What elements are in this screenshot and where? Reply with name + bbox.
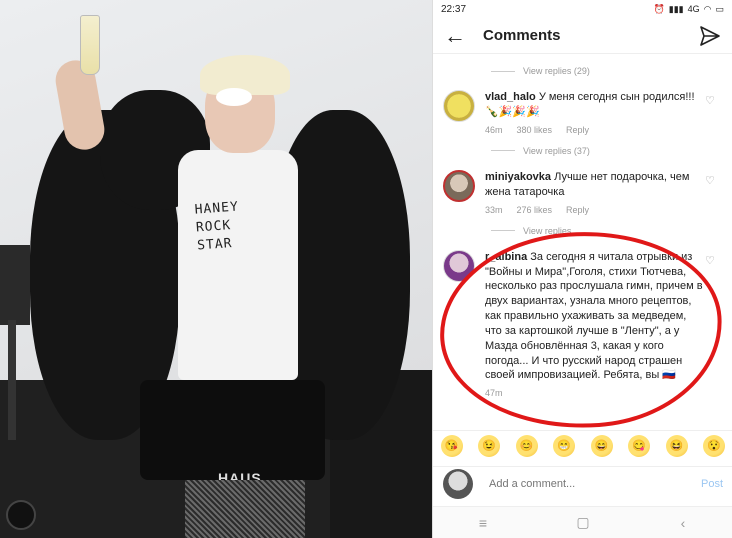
view-replies-link[interactable]: View replies (29) bbox=[433, 60, 732, 82]
photo-lamp bbox=[0, 245, 30, 325]
paper-plane-icon[interactable] bbox=[698, 24, 722, 48]
heart-icon[interactable]: ♡ bbox=[705, 94, 719, 108]
champagne-glass bbox=[80, 15, 100, 75]
profile-badge-icon[interactable] bbox=[6, 500, 36, 530]
comment-likes[interactable]: 380 likes bbox=[517, 124, 553, 136]
comment-list: View replies (29) vlad_halo У меня сегод… bbox=[433, 54, 732, 424]
comment-body: r_albina За сегодня я читала отрывки из … bbox=[485, 250, 705, 400]
white-shirt bbox=[178, 150, 298, 380]
emoji-button[interactable]: 😉 bbox=[478, 434, 501, 457]
comment-input[interactable] bbox=[489, 477, 701, 490]
emoji-button[interactable]: 😁 bbox=[553, 434, 576, 457]
comment-body: vlad_halo У меня сегодня сын родился!!! … bbox=[485, 90, 705, 136]
status-time: 22:37 bbox=[441, 3, 467, 15]
comment-username[interactable]: vlad_halo bbox=[485, 91, 536, 103]
signal-icon: ▮▮▮ bbox=[668, 3, 684, 14]
status-icons: ⏰ ▮▮▮ 4G ◠ ▭ bbox=[654, 4, 724, 15]
comments-header: ← Comments bbox=[433, 18, 732, 54]
comment-time: 46m bbox=[485, 124, 503, 135]
fishnet-legs bbox=[185, 480, 305, 538]
emoji-button[interactable]: 😋 bbox=[628, 434, 651, 457]
emoji-button[interactable]: 😆 bbox=[665, 434, 688, 457]
view-replies-label: View replies (37) bbox=[523, 145, 590, 156]
post-button[interactable]: Post bbox=[701, 478, 723, 490]
photo-lamp-stand bbox=[8, 320, 16, 440]
heart-icon[interactable]: ♡ bbox=[705, 174, 719, 188]
comment-body: miniyakovka Лучше нет подарочка, чем жен… bbox=[485, 170, 705, 216]
comment-time: 33m bbox=[485, 204, 503, 215]
emoji-button[interactable]: 😘 bbox=[440, 434, 463, 457]
emoji-button[interactable]: 😄 bbox=[590, 434, 613, 457]
comment-meta: 33m 276 likes Reply bbox=[485, 204, 705, 216]
heart-icon[interactable]: ♡ bbox=[705, 254, 719, 268]
divider bbox=[491, 150, 515, 152]
black-skirt bbox=[140, 380, 325, 480]
comment-meta: 46m 380 likes Reply bbox=[485, 124, 705, 136]
eye-patch bbox=[216, 88, 252, 106]
alarm-icon: ⏰ bbox=[653, 3, 665, 14]
divider bbox=[491, 230, 515, 232]
comment-item: r_albina За сегодня я читала отрывки из … bbox=[433, 242, 732, 404]
comment-time: 47m bbox=[485, 388, 503, 399]
network-label: 4G bbox=[687, 4, 700, 14]
divider bbox=[491, 70, 515, 72]
menu-icon[interactable]: ≡ bbox=[468, 515, 498, 531]
comment-item: miniyakovka Лучше нет подарочка, чем жен… bbox=[433, 162, 732, 220]
view-replies-link[interactable]: View replies bbox=[433, 220, 732, 242]
page-title: Comments bbox=[483, 27, 561, 44]
post-photo: HANEY ROCK STAR HAUS bbox=[0, 0, 432, 538]
comment-username[interactable]: miniyakovka bbox=[485, 171, 551, 183]
back-chevron-icon[interactable]: ‹ bbox=[668, 515, 698, 531]
arrow-left-icon: ← bbox=[444, 22, 466, 48]
shirt-print: HANEY ROCK STAR bbox=[194, 199, 240, 254]
add-comment-bar: Post bbox=[433, 466, 732, 500]
view-replies-link[interactable]: View replies (37) bbox=[433, 140, 732, 162]
view-replies-label: View replies (29) bbox=[523, 66, 590, 76]
comment-text: За сегодня я читала отрывки из "Войны и … bbox=[485, 250, 703, 382]
status-bar: 22:37 ⏰ ▮▮▮ 4G ◠ ▭ bbox=[433, 0, 732, 18]
avatar[interactable] bbox=[443, 249, 475, 282]
view-replies-label: View replies bbox=[523, 225, 572, 236]
system-nav-bar: ≡ ▢ ‹ bbox=[433, 506, 732, 538]
emoji-bar: 😘 😉 😊 😁 😄 😋 😆 😯 bbox=[433, 430, 732, 460]
emoji-button[interactable]: 😯 bbox=[703, 434, 726, 457]
avatar bbox=[443, 468, 473, 499]
avatar[interactable] bbox=[443, 90, 475, 122]
square-icon[interactable]: ▢ bbox=[568, 514, 598, 531]
comment-likes[interactable]: 276 likes bbox=[517, 204, 553, 216]
wifi-icon: ◠ bbox=[703, 3, 712, 14]
back-button[interactable]: ← bbox=[443, 22, 467, 48]
emoji-button[interactable]: 😊 bbox=[515, 434, 538, 457]
avatar[interactable] bbox=[443, 169, 475, 202]
reply-button[interactable]: Reply bbox=[566, 204, 589, 216]
reply-button[interactable]: Reply bbox=[566, 124, 589, 136]
comment-meta: 47m bbox=[485, 387, 705, 399]
comments-screen: 22:37 ⏰ ▮▮▮ 4G ◠ ▭ ← Comments View repli… bbox=[432, 0, 732, 538]
battery-icon: ▭ bbox=[715, 3, 724, 14]
comment-username[interactable]: r_albina bbox=[485, 251, 527, 263]
comment-item: vlad_halo У меня сегодня сын родился!!! … bbox=[433, 82, 732, 140]
